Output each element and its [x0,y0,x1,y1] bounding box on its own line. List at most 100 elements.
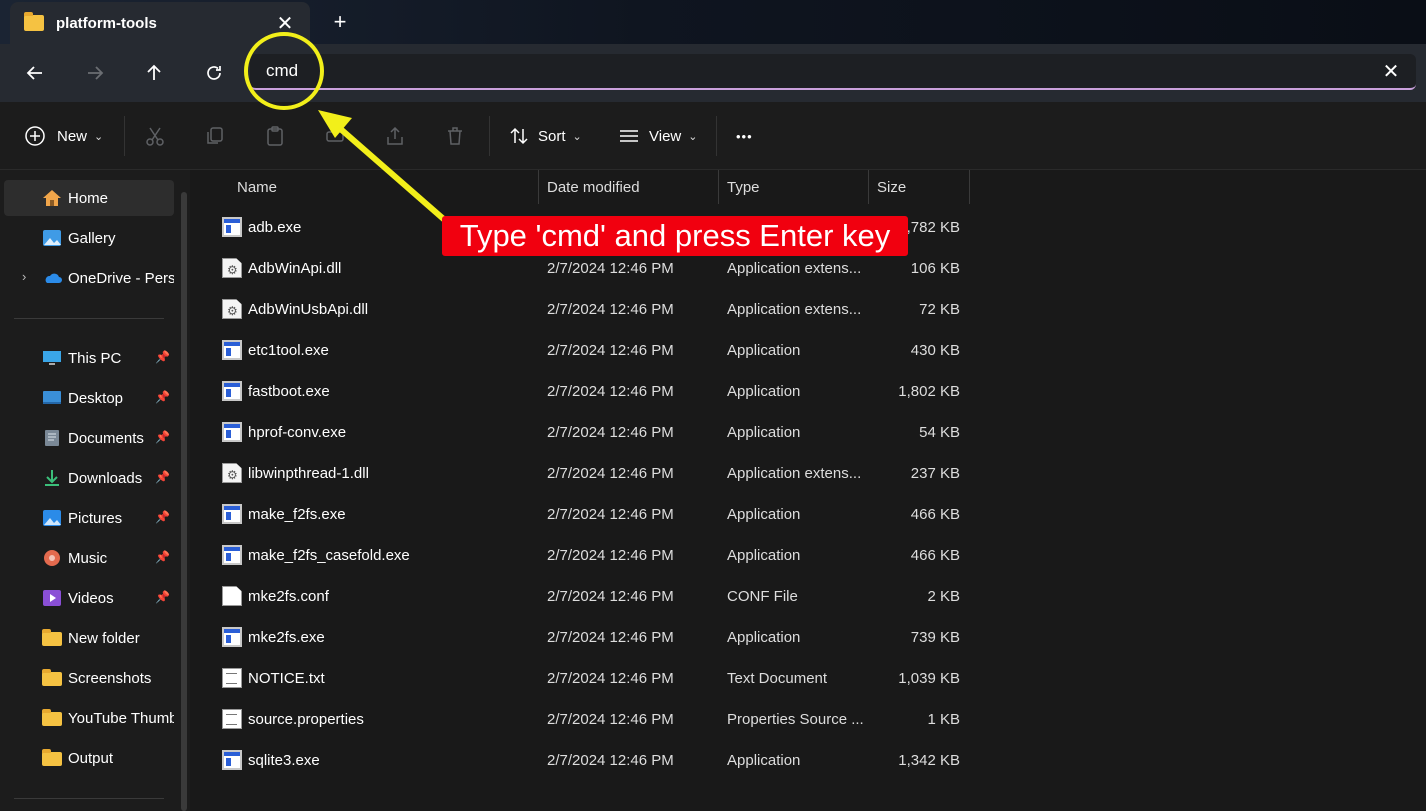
column-header-date[interactable]: Date modified [537,170,718,204]
file-type: Application [727,424,801,441]
paste-button[interactable] [264,120,286,152]
folder-icon [42,669,62,686]
forward-button[interactable] [78,56,112,90]
file-row[interactable]: NOTICE.txt 2/7/2024 12:46 PM Text Document… [198,659,978,699]
file-row[interactable]: libwinpthread-1.dll 2/7/2024 12:46 PM Appl… [198,454,978,494]
sidebar-item-music[interactable]: Music 📌 [4,540,174,576]
new-tab-button[interactable]: + [328,9,352,34]
file-type: Application extens... [727,301,862,318]
share-button[interactable] [384,120,406,152]
toolbar-divider [716,116,717,156]
pin-icon: 📌 [155,510,170,524]
file-type: Application [727,383,801,400]
copy-button[interactable] [204,120,226,152]
sidebar-item-new-folder[interactable]: New folder [4,620,174,656]
file-type: CONF File [727,588,798,605]
instruction-callout: Type 'cmd' and press Enter key [442,216,908,256]
file-name: make_f2fs.exe [248,506,346,523]
sort-button[interactable]: Sort ⌄ [508,120,582,152]
application-icon [222,217,242,237]
application-icon [222,504,242,524]
sidebar-item-label: Downloads [68,469,143,487]
file-name: AdbWinApi.dll [248,260,342,277]
chevron-down-icon: ⌄ [688,130,698,143]
more-options-button[interactable]: ••• [736,120,753,152]
view-button[interactable]: View ⌄ [618,120,697,152]
address-bar[interactable]: cmd ✕ [250,54,1416,90]
sidebar-item-output[interactable]: Output [4,740,174,776]
tab-title: platform-tools [56,14,157,32]
clear-address-button[interactable]: ✕ [1380,60,1402,83]
sidebar-item-gallery[interactable]: Gallery [4,220,174,256]
file-row[interactable]: etc1tool.exe 2/7/2024 12:46 PM Application… [198,331,978,371]
file-type: Application extens... [727,260,862,277]
file-name: sqlite3.exe [248,752,320,769]
file-date-modified: 2/7/2024 12:46 PM [547,301,674,318]
sidebar-item-label: This PC [68,349,122,367]
file-date-modified: 2/7/2024 12:46 PM [547,588,674,605]
sidebar-item-documents[interactable]: Documents 📌 [4,420,174,456]
clipboard-icon [267,126,283,146]
file-date-modified: 2/7/2024 12:46 PM [547,383,674,400]
sidebar-item-onedrive[interactable]: › OneDrive - Perso [4,260,174,296]
sidebar-item-this-pc[interactable]: This PC 📌 [4,340,174,376]
file-date-modified: 2/7/2024 12:46 PM [547,465,674,482]
sidebar-item-videos[interactable]: Videos 📌 [4,580,174,616]
cut-button[interactable] [144,120,166,152]
column-divider[interactable] [969,170,970,204]
file-row[interactable]: make_f2fs_casefold.exe 2/7/2024 12:46 PM A… [198,536,978,576]
sidebar-item-label: Pictures [68,509,123,527]
file-size: 54 KB [919,424,960,441]
folder-icon [42,709,62,726]
document-icon [222,586,242,606]
file-row[interactable]: AdbWinUsbApi.dll 2/7/2024 12:46 PM Applica… [198,290,978,330]
back-button[interactable] [18,56,52,90]
tab-strip: platform-tools ✕ + [0,0,1426,44]
chevron-right-icon[interactable]: › [22,269,26,284]
file-row[interactable]: sqlite3.exe 2/7/2024 12:46 PM Application 1… [198,741,978,781]
rename-icon [326,131,344,142]
file-type: Application [727,342,801,359]
folder-icon [24,12,44,31]
column-header-name[interactable]: Name [227,170,538,204]
pin-icon: 📌 [155,350,170,364]
sidebar-item-label: Output [68,749,114,767]
sidebar-item-label: Documents [68,429,144,447]
sidebar-item-desktop[interactable]: Desktop 📌 [4,380,174,416]
column-header-size[interactable]: Size [867,170,968,204]
refresh-button[interactable] [197,56,231,90]
file-row[interactable]: fastboot.exe 2/7/2024 12:46 PM Application… [198,372,978,412]
new-button[interactable]: New ⌄ [24,120,103,152]
close-tab-button[interactable]: ✕ [274,12,296,35]
file-name: mke2fs.conf [248,588,329,605]
rename-button[interactable] [324,120,346,152]
sidebar-item-pictures[interactable]: Pictures 📌 [4,500,174,536]
file-size: 739 KB [910,629,960,646]
column-header-type[interactable]: Type [717,170,868,204]
sidebar-item-youtube-thumb[interactable]: YouTube Thumb [4,700,174,736]
sidebar-item-home[interactable]: Home [4,180,174,216]
file-row[interactable]: source.properties 2/7/2024 12:46 PM Proper… [198,700,978,740]
file-size: 1,802 KB [898,383,960,400]
sidebar-scrollbar[interactable] [181,192,187,811]
application-icon [222,750,242,770]
file-row[interactable]: make_f2fs.exe 2/7/2024 12:46 PM Applicatio… [198,495,978,535]
file-name: AdbWinUsbApi.dll [248,301,369,318]
file-name: mke2fs.exe [248,629,325,646]
file-row[interactable]: mke2fs.conf 2/7/2024 12:46 PM CONF File 2 K… [198,577,978,617]
sort-icon [510,127,528,145]
file-date-modified: 2/7/2024 12:46 PM [547,711,674,728]
up-button[interactable] [137,56,171,90]
file-row[interactable]: mke2fs.exe 2/7/2024 12:46 PM Application 73… [198,618,978,658]
pin-icon: 📌 [155,550,170,564]
sidebar-item-label: Videos [68,589,114,607]
file-row[interactable]: hprof-conv.exe 2/7/2024 12:46 PM Applicati… [198,413,978,453]
sidebar-item-label: New folder [68,629,140,647]
file-size: 466 KB [910,506,960,523]
highlight-circle [244,32,324,110]
application-icon [222,545,242,565]
delete-button[interactable] [444,120,466,152]
sidebar-item-screenshots[interactable]: Screenshots [4,660,174,696]
desktop-icon [43,391,61,404]
sidebar-item-downloads[interactable]: Downloads 📌 [4,460,174,496]
